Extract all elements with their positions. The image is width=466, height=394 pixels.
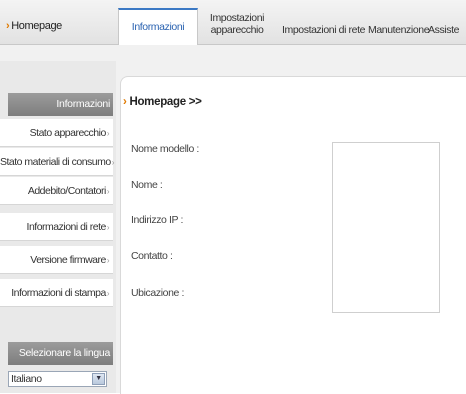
arrow-right-icon: › xyxy=(123,96,127,108)
chevron-right-icon: › xyxy=(106,187,110,196)
sidebar-item-versione-firmware[interactable]: Versione firmware› xyxy=(0,246,113,274)
chevron-right-icon: › xyxy=(111,158,115,167)
arrow-right-icon: › xyxy=(6,20,10,32)
chevron-right-icon: › xyxy=(106,129,110,138)
sidebar-item-stato-materiali[interactable]: Stato materiali di consumo› xyxy=(0,148,115,176)
chevron-right-icon: › xyxy=(106,289,110,298)
top-navigation: › Homepage Informazioni Impostazioni appa… xyxy=(0,0,466,46)
tab-informazioni[interactable]: Informazioni xyxy=(118,8,198,46)
label-contatto: Contatto : xyxy=(131,250,173,262)
label-nome-modello: Nome modello : xyxy=(131,143,199,155)
chevron-right-icon: › xyxy=(106,256,110,265)
language-select[interactable]: Italiano ▼ xyxy=(8,371,107,387)
label-indirizzo-ip: Indirizzo IP : xyxy=(131,214,183,226)
tab-impostazioni-apparecchio[interactable]: Impostazioni apparecchio xyxy=(209,12,265,36)
sidebar-item-label: Stato apparecchio xyxy=(29,127,107,139)
chevron-down-icon[interactable]: ▼ xyxy=(92,373,105,385)
label-ubicazione: Ubicazione : xyxy=(131,287,184,299)
sidebar-item-label: Informazioni di rete xyxy=(26,221,107,233)
label-nome: Nome : xyxy=(131,179,163,191)
language-select-value: Italiano xyxy=(11,373,42,385)
subnav-strip xyxy=(0,45,466,61)
sidebar-item-label: Stato materiali di consumo xyxy=(0,156,111,168)
sidebar-item-label: Addebito/Contatori xyxy=(27,185,106,197)
sidebar-item-stato-apparecchio[interactable]: Stato apparecchio› xyxy=(0,119,113,147)
breadcrumb-text: Homepage >> xyxy=(129,96,202,108)
homepage-link-label: Homepage xyxy=(11,20,62,32)
homepage-link[interactable]: › Homepage xyxy=(6,20,62,32)
sidebar-item-label: Informazioni di stampa xyxy=(11,287,106,299)
tab-manutenzione[interactable]: Manutenzione xyxy=(368,24,430,36)
sidebar-item-informazioni-di-stampa[interactable]: Informazioni di stampa› xyxy=(0,279,113,307)
sidebar-header: Informazioni xyxy=(8,93,113,116)
tab-impostazioni-di-rete[interactable]: Impostazioni di rete xyxy=(282,24,365,36)
breadcrumb: › Homepage >> xyxy=(123,96,202,108)
sidebar-item-informazioni-di-rete[interactable]: Informazioni di rete› xyxy=(0,213,113,241)
sidebar-item-addebito-contatori[interactable]: Addebito/Contatori› xyxy=(0,177,113,205)
tab-assistenza[interactable]: Assiste xyxy=(428,24,459,36)
language-header: Selezionare la lingua xyxy=(8,342,113,365)
chevron-right-icon: › xyxy=(106,223,110,232)
sidebar-item-label: Versione firmware xyxy=(30,254,106,266)
device-image xyxy=(332,142,440,313)
